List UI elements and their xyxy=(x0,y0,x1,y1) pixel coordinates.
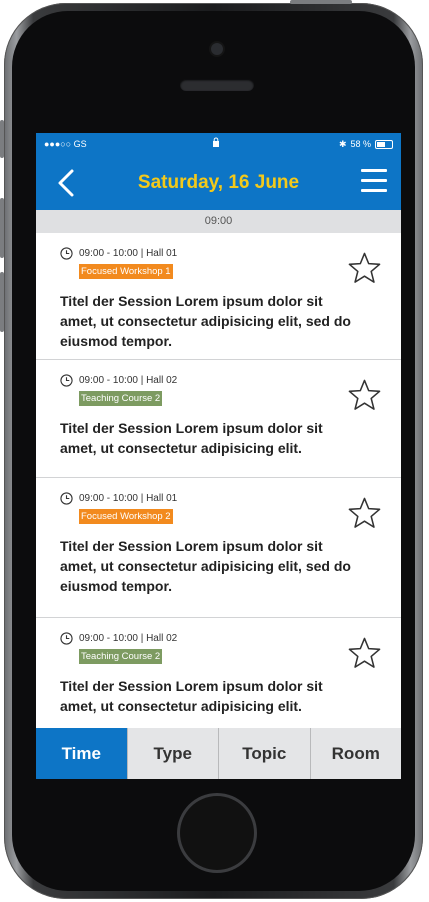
session-item[interactable]: 09:00 - 10:00 | Hall 01 Focused Workshop… xyxy=(36,233,401,360)
tab-topic[interactable]: Topic xyxy=(218,728,310,779)
tab-time[interactable]: Time xyxy=(36,728,127,779)
favorite-star-icon[interactable] xyxy=(347,496,382,531)
session-tag: Teaching Course 2 xyxy=(79,649,163,664)
session-tag: Focused Workshop 1 xyxy=(79,264,173,279)
home-button[interactable] xyxy=(180,796,254,870)
session-title: Titel der Session Lorem ipsum dolor sit … xyxy=(60,293,351,349)
time-section-header: 09:00 xyxy=(36,210,401,233)
session-time: 09:00 - 10:00 | Hall 01 xyxy=(79,493,178,504)
hamburger-menu-icon[interactable] xyxy=(361,169,387,195)
tab-type[interactable]: Type xyxy=(126,728,218,779)
status-bar: ●●●○○ GS ✱ 58 % xyxy=(36,133,401,155)
clock-icon xyxy=(60,374,73,387)
clock-icon xyxy=(60,247,73,260)
favorite-star-icon[interactable] xyxy=(347,636,382,671)
navigation-bar: Saturday, 16 June xyxy=(36,155,401,210)
tab-room[interactable]: Room xyxy=(309,728,401,779)
status-right: ✱ 58 % xyxy=(339,139,393,150)
power-button xyxy=(290,0,352,4)
session-title: Titel der Session Lorem ipsum dolor sit … xyxy=(60,538,351,594)
carrier-label: ●●●○○ GS xyxy=(44,139,87,149)
session-title: Titel der Session Lorem ipsum dolor sit … xyxy=(60,678,323,714)
session-tag: Teaching Course 2 xyxy=(79,391,163,406)
session-list[interactable]: 09:00 - 10:00 | Hall 01 Focused Workshop… xyxy=(36,233,401,728)
session-time: 09:00 - 10:00 | Hall 02 xyxy=(79,375,178,386)
session-item[interactable]: 09:00 - 10:00 | Hall 02 Teaching Course … xyxy=(36,360,401,478)
session-time: 09:00 - 10:00 | Hall 02 xyxy=(79,633,178,644)
session-tag: Focused Workshop 2 xyxy=(79,509,173,524)
page-title: Saturday, 16 June xyxy=(137,172,300,193)
favorite-star-icon[interactable] xyxy=(347,378,382,413)
bluetooth-icon: ✱ xyxy=(338,138,347,149)
clock-icon xyxy=(60,632,73,645)
battery-percentage: 58 % xyxy=(350,139,371,149)
lock-icon xyxy=(213,137,219,147)
earpiece-speaker xyxy=(180,79,254,91)
volume-down-button xyxy=(0,272,4,332)
front-camera xyxy=(211,43,223,55)
session-title: Titel der Session Lorem ipsum dolor sit … xyxy=(60,420,323,456)
clock-icon xyxy=(60,492,73,505)
battery-icon xyxy=(375,139,393,149)
session-item[interactable]: 09:00 - 10:00 | Hall 02 Teaching Course … xyxy=(36,618,401,728)
favorite-star-icon[interactable] xyxy=(347,251,382,286)
session-time: 09:00 - 10:00 | Hall 01 xyxy=(79,248,178,259)
session-item[interactable]: 09:00 - 10:00 | Hall 01 Focused Workshop… xyxy=(36,478,401,618)
mute-switch xyxy=(0,120,4,158)
filter-tab-bar: Time Type Topic Room xyxy=(36,728,401,779)
volume-up-button xyxy=(0,198,4,258)
app-screen: ●●●○○ GS ✱ 58 % Saturday, 16 June 09:00 … xyxy=(36,133,401,779)
